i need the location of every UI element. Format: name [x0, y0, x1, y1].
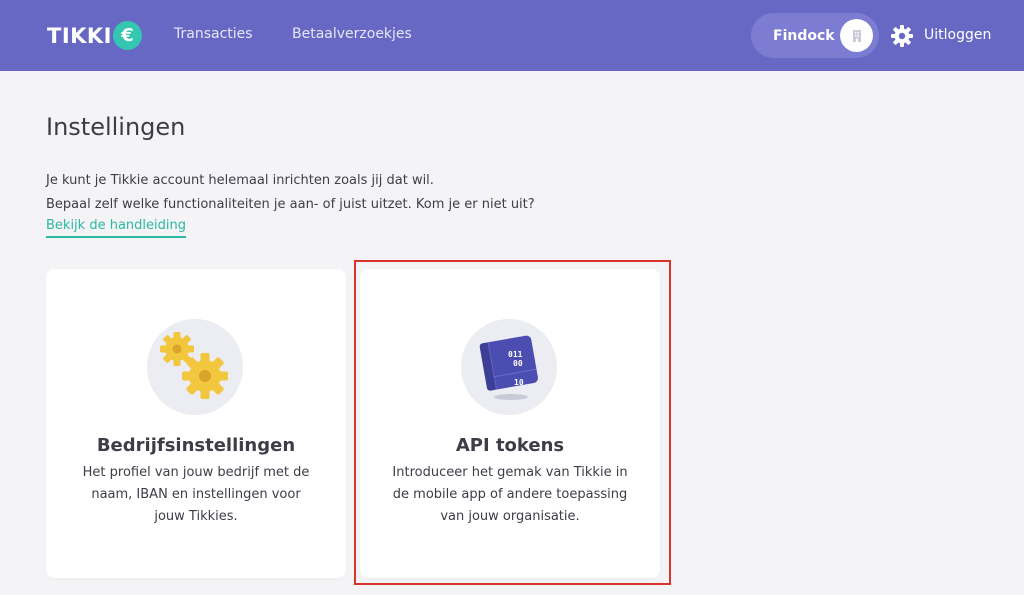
settings-gear-icon[interactable] — [890, 24, 914, 48]
binary-text-1: 011 — [508, 350, 523, 359]
card-title: API tokens — [455, 435, 565, 456]
page-title: Instellingen — [46, 113, 186, 141]
logout-link[interactable]: Uitloggen — [924, 27, 991, 43]
nav-betaalverzoekjes[interactable]: Betaalverzoekjes — [292, 26, 412, 42]
gears-icon — [147, 319, 243, 415]
company-name: Findock — [773, 27, 835, 44]
binary-book-icon: 011 00 10 — [461, 319, 557, 415]
intro-line-1: Je kunt je Tikkie account helemaal inric… — [46, 173, 434, 188]
company-switcher[interactable]: Findock — [751, 13, 879, 58]
card-title: Bedrijfsinstellingen — [96, 435, 296, 456]
top-navigation-bar: TIKKI € Transacties Betaalverzoekjes Fin… — [0, 0, 1024, 71]
card-description: Het profiel van jouw bedrijf met de naam… — [82, 465, 310, 524]
tikkie-logo[interactable]: TIKKI € — [47, 20, 142, 52]
manual-link[interactable]: Bekijk de handleiding — [46, 218, 186, 238]
logo-text: TIKKI — [47, 24, 112, 48]
card-api-tokens[interactable]: 011 00 10 API tokens Introduceer het gem… — [360, 269, 660, 578]
intro-text: Je kunt je Tikkie account helemaal inric… — [46, 169, 535, 217]
binary-text-2: 00 — [513, 359, 523, 368]
card-description: Introduceer het gemak van Tikkie in de m… — [392, 465, 628, 524]
nav-transacties[interactable]: Transacties — [174, 26, 253, 42]
euro-badge-icon: € — [113, 20, 142, 50]
building-icon — [840, 19, 873, 52]
card-bedrijfsinstellingen[interactable]: Bedrijfsinstellingen Het profiel van jou… — [46, 269, 346, 578]
intro-line-2: Bepaal zelf welke functionaliteiten je a… — [46, 197, 535, 212]
binary-text-3: 10 — [514, 378, 524, 387]
